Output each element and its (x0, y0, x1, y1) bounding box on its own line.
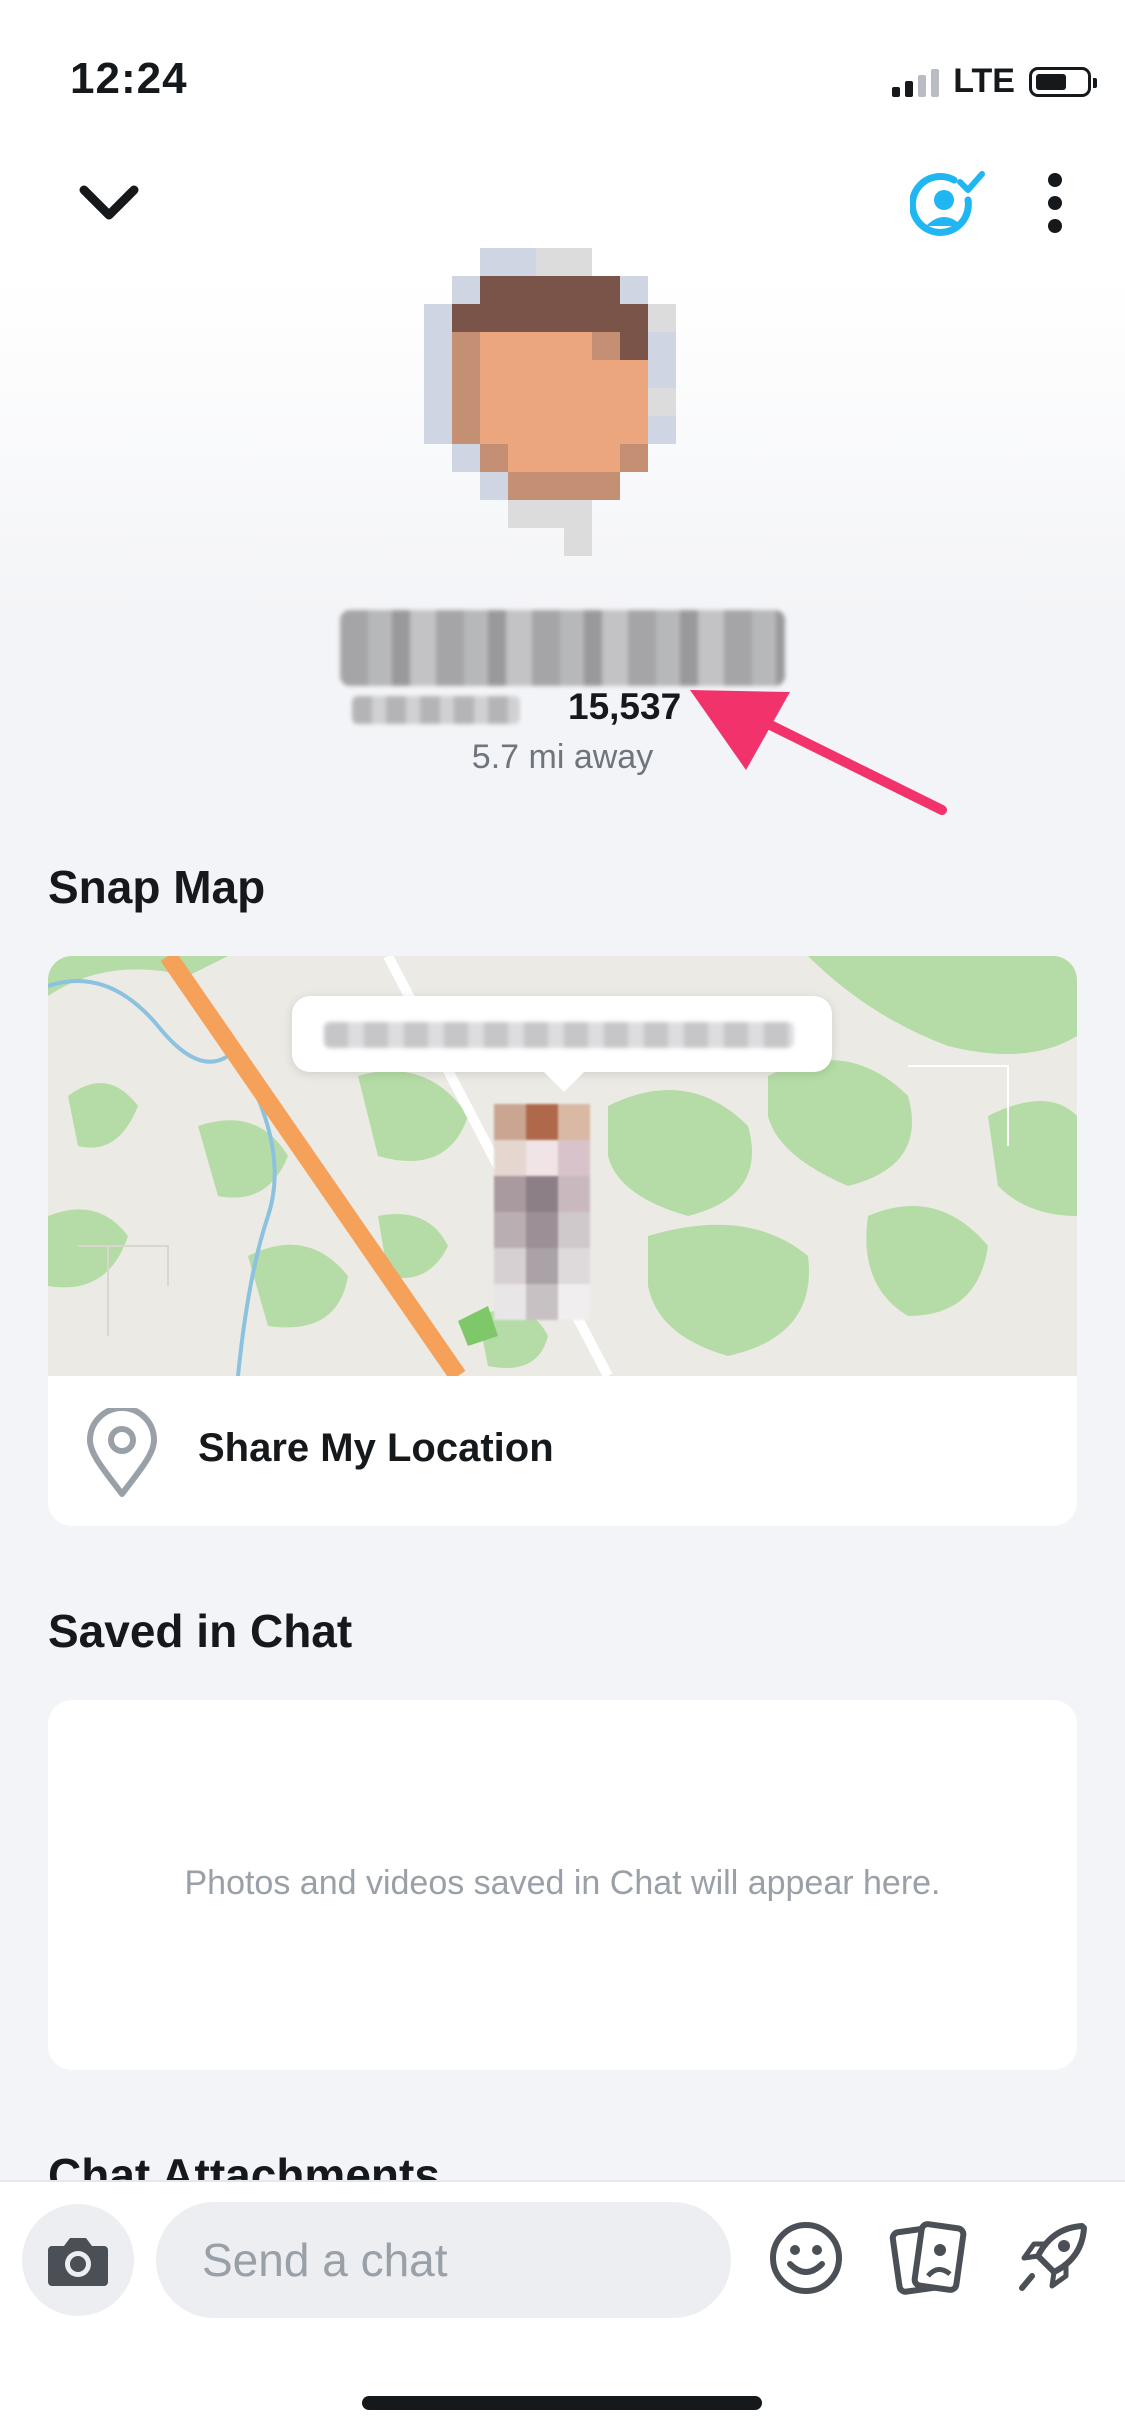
saved-empty-text: Photos and videos saved in Chat will app… (184, 1864, 941, 1902)
rocket-icon[interactable] (1012, 2218, 1092, 2298)
snap-map-card[interactable]: Share My Location (48, 956, 1077, 1526)
saved-in-chat-card: Photos and videos saved in Chat will app… (48, 1700, 1077, 2070)
chat-input[interactable] (156, 2202, 731, 2318)
location-pin-icon (87, 1408, 157, 1497)
status-indicators: LTE (892, 62, 1097, 101)
username-redacted (352, 696, 520, 724)
snap-map-title: Snap Map (48, 861, 266, 913)
camera-button[interactable] (22, 2204, 134, 2316)
chevron-down-icon[interactable] (76, 170, 142, 236)
location-name-redacted (324, 1022, 794, 1048)
map-location-bubble (292, 996, 832, 1092)
display-name-redacted (340, 610, 785, 686)
snap-score: 15,537 (568, 686, 682, 727)
network-type: LTE (953, 62, 1015, 100)
friend-check-icon[interactable] (910, 168, 986, 244)
home-indicator (362, 2396, 762, 2410)
distance-label: 5.7 mi away (471, 738, 654, 776)
share-location-label: Share My Location (198, 1426, 554, 1470)
status-time: 12:24 (70, 54, 188, 103)
map-bitmoji[interactable] (494, 1104, 590, 1320)
share-location-row[interactable]: Share My Location (48, 1376, 1077, 1526)
battery-icon (1029, 66, 1097, 97)
signal-icon (892, 67, 940, 97)
cards-icon[interactable] (888, 2220, 968, 2296)
saved-in-chat-title: Saved in Chat (48, 1605, 353, 1657)
camera-icon (48, 2238, 108, 2286)
avatar[interactable] (396, 220, 732, 556)
more-vertical-icon[interactable] (1040, 170, 1070, 236)
emoji-icon[interactable] (768, 2220, 844, 2296)
annotation-arrow-icon (690, 690, 947, 815)
